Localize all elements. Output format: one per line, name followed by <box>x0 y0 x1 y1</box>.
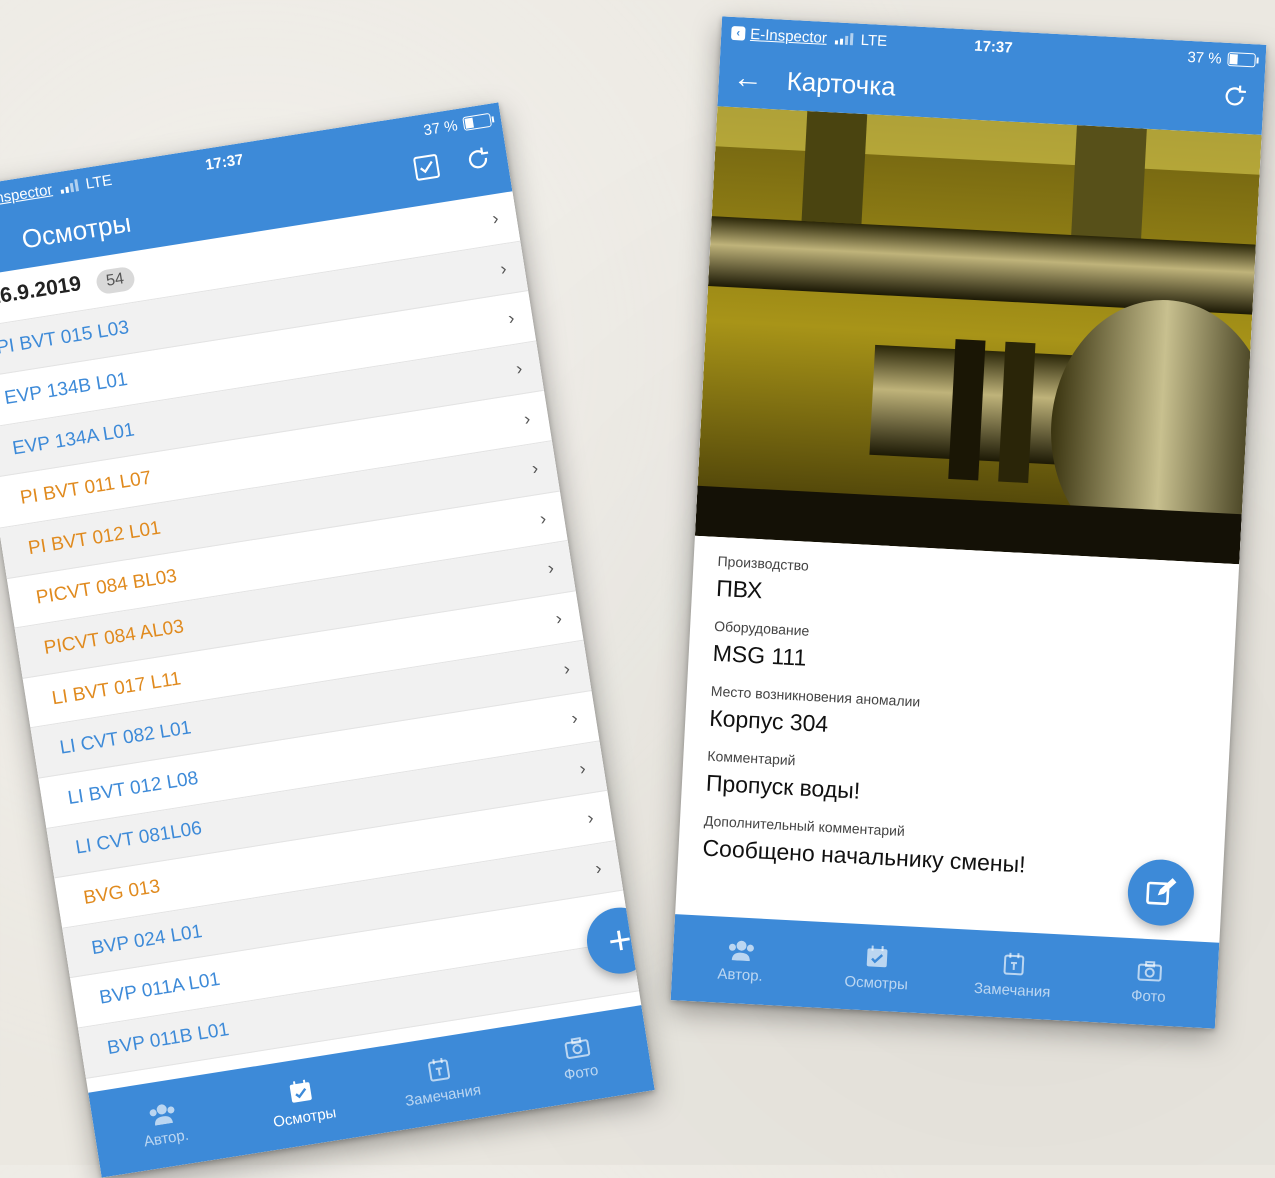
battery-icon <box>462 112 493 132</box>
toolbar-actions <box>1219 81 1251 113</box>
nav-photo-label: Фото <box>1130 986 1166 1006</box>
network-label: LTE <box>84 171 114 193</box>
signal-icon <box>834 32 854 46</box>
card-details: Производство ПВХ Оборудование MSG 111 Ме… <box>678 536 1239 889</box>
chevron-right-icon: › <box>554 607 564 629</box>
nav-remarks-label: Замечания <box>973 979 1051 1001</box>
chevron-right-icon: › <box>570 707 580 729</box>
list-item-label: PI BVT 011 L07 <box>18 467 153 510</box>
users-icon <box>729 940 755 961</box>
clock: 17:37 <box>973 37 1014 57</box>
field-comment: Комментарий Пропуск воды! <box>705 748 1204 823</box>
edit-icon <box>1146 878 1177 906</box>
calendar-icon <box>1003 952 1024 975</box>
back-arrow-icon[interactable]: ← <box>732 61 774 97</box>
nav-remarks[interactable]: Замечания <box>365 1027 517 1134</box>
field-equipment: Оборудование MSG 111 <box>712 618 1211 693</box>
app-name: E-Inspector <box>0 180 54 210</box>
card-screen: ‹ E-Inspector LTE 17:37 37 % ← Карточка <box>670 16 1267 1029</box>
plus-icon: + <box>604 916 635 964</box>
refresh-icon[interactable] <box>1219 81 1251 113</box>
list-item-label: BVG 013 <box>82 875 162 909</box>
chevron-right-icon: › <box>506 308 516 329</box>
page-title: Осмотры <box>19 207 133 254</box>
nav-inspections-label: Осмотры <box>272 1103 338 1131</box>
list-item-label: PI BVT 012 L01 <box>26 517 163 560</box>
nav-photo-label: Фото <box>562 1061 600 1084</box>
chevron-right-icon: › <box>585 807 595 829</box>
field-anomaly-location: Место возникновения аномалии Корпус 304 <box>709 683 1208 758</box>
battery-percent: 37 % <box>422 116 459 139</box>
nav-inspections-label: Осмотры <box>844 972 909 993</box>
list-item-label: PI BVT 015 L03 <box>0 317 131 360</box>
battery-percent: 37 % <box>1187 48 1223 68</box>
list-item-label: PICVT 084 BL03 <box>34 565 179 609</box>
nav-photo[interactable]: Фото <box>1079 936 1220 1029</box>
list-item-label: EVP 134B L01 <box>2 368 130 410</box>
page-title: Карточка <box>786 65 897 102</box>
list-item-label: LI BVT 012 L08 <box>66 767 200 809</box>
signal-icon <box>59 179 79 194</box>
nav-photo[interactable]: Фото <box>503 1005 655 1112</box>
refresh-icon[interactable] <box>461 142 495 176</box>
inspection-list: 16.9.2019 54 › PI BVT 015 L03 › EVP 134B L… <box>0 191 640 1079</box>
nav-users[interactable]: Автор. <box>671 914 812 1007</box>
inspections-screen: ‹ E-Inspector LTE 17:37 37 % ← Осмотры <box>0 102 655 1178</box>
list-item-label: LI CVT 082 L01 <box>58 717 193 759</box>
nav-inspections[interactable]: Осмотры <box>807 921 948 1014</box>
chevron-right-icon: › <box>546 557 556 579</box>
chevron-right-icon: › <box>514 358 524 379</box>
toolbar-actions <box>409 142 495 184</box>
back-to-app-link[interactable]: ‹ E-Inspector <box>730 24 828 47</box>
chevron-right-icon: › <box>522 408 532 429</box>
calendar-icon <box>427 1057 450 1082</box>
network-label: LTE <box>860 31 888 50</box>
chevron-right-icon: › <box>538 508 548 529</box>
equipment-photo[interactable] <box>694 106 1262 565</box>
list-item-label: EVP 134A L01 <box>10 419 136 460</box>
camera-icon <box>1137 960 1162 982</box>
battery-indicator: 37 % <box>422 111 493 139</box>
chevron-right-icon: › <box>593 857 603 879</box>
count-badge: 54 <box>94 265 136 296</box>
date-label: 16.9.2019 <box>0 271 83 310</box>
clock: 17:37 <box>204 150 245 174</box>
chevron-right-icon: › <box>490 208 501 229</box>
nav-remarks-label: Замечания <box>403 1080 483 1110</box>
list-item-label: BVP 024 L01 <box>90 920 204 959</box>
back-arrow-icon[interactable]: ← <box>0 225 11 265</box>
list-item-label: BVP 011A L01 <box>97 968 222 1009</box>
users-icon <box>149 1103 175 1126</box>
calendar-check-icon <box>867 945 888 967</box>
battery-icon <box>1227 51 1256 68</box>
list-item-label: BVP 011B L01 <box>105 1018 231 1059</box>
back-chevron-icon: ‹ <box>730 25 746 41</box>
field-production: Производство ПВХ <box>715 553 1214 628</box>
chevron-right-icon: › <box>562 657 572 679</box>
nav-remarks[interactable]: Замечания <box>943 928 1084 1021</box>
list-item-label: PICVT 084 AL03 <box>42 616 186 659</box>
camera-icon <box>564 1036 591 1059</box>
calendar-check-icon <box>289 1079 312 1103</box>
chevron-right-icon: › <box>578 757 588 779</box>
list-item-label: LI BVT 017 L11 <box>50 667 183 709</box>
bottom-nav: Автор. Осмотры Замечания Фото <box>670 914 1220 1029</box>
list-item-label: LI CVT 081L06 <box>74 818 204 859</box>
app-name: E-Inspector <box>749 25 828 47</box>
checkbox-icon[interactable] <box>409 150 443 184</box>
nav-inspections[interactable]: Осмотры <box>226 1049 378 1156</box>
battery-indicator: 37 % <box>1187 48 1256 69</box>
nav-users-label: Автор. <box>142 1126 190 1150</box>
field-additional-comment: Дополнительный комментарий Сообщено нача… <box>702 813 1201 888</box>
nav-users-label: Автор. <box>717 964 764 985</box>
chevron-right-icon: › <box>530 458 540 479</box>
nav-users[interactable]: Автор. <box>88 1071 240 1178</box>
chevron-right-icon: › <box>498 258 508 279</box>
